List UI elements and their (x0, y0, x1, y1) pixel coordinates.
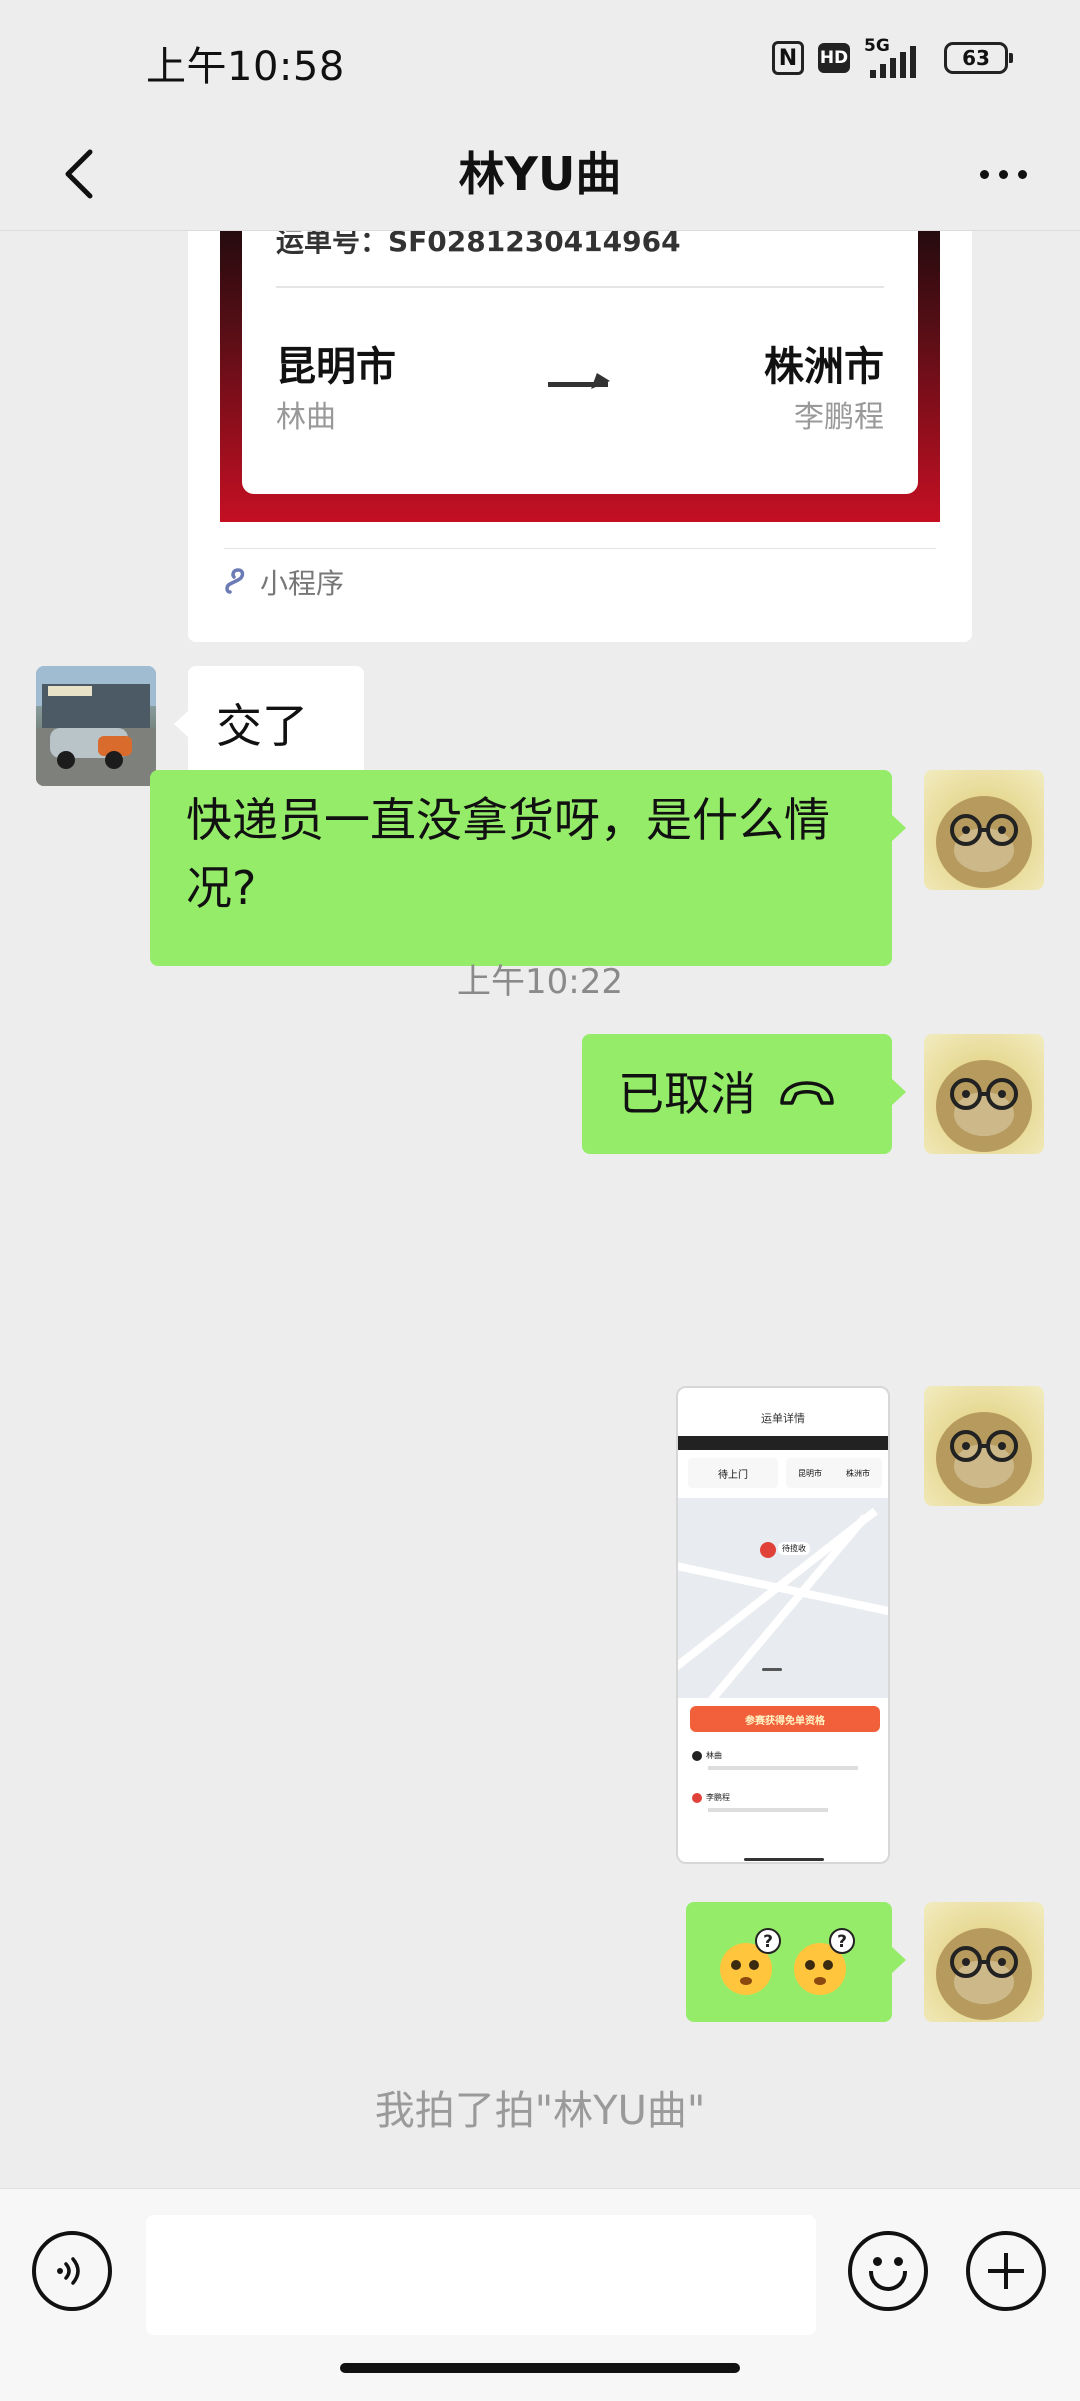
voice-button[interactable] (32, 2231, 112, 2311)
home-indicator (340, 2363, 740, 2373)
call-status-text: 已取消 (618, 1067, 756, 1121)
status-icons: N HD 5G 63 (772, 36, 1013, 78)
shipment-card-frame: 运单号：SF0281230414964 昆明市 林曲 株洲市 李鹏程 (220, 230, 940, 522)
to-city: 株洲市 (764, 344, 884, 390)
contact-avatar[interactable] (36, 666, 156, 786)
chat-header: 林YU曲 (0, 118, 1080, 231)
chat-title: 林YU曲 (458, 147, 622, 201)
my-avatar[interactable] (924, 1034, 1044, 1154)
svg-text:?: ? (763, 1932, 773, 1952)
message-text: 快递员一直没拿货呀，是什么情况? (186, 793, 830, 915)
mini-program-label: 小程序 (224, 562, 344, 602)
voice-icon (57, 2257, 80, 2285)
hd-icon: HD (818, 43, 850, 73)
emoji-button[interactable] (848, 2231, 928, 2311)
waybill-number: 运单号：SF0281230414964 (276, 230, 681, 258)
shipment-card-body: 运单号：SF0281230414964 昆明市 林曲 株洲市 李鹏程 (242, 230, 918, 494)
my-avatar[interactable] (924, 1902, 1044, 2022)
message-list[interactable]: 运单号：SF0281230414964 昆明市 林曲 株洲市 李鹏程 小程序 交… (0, 230, 1080, 2190)
status-time: 上午10:58 (146, 44, 345, 90)
message-timestamp: 上午10:22 (457, 962, 623, 1002)
message-bubble-incoming[interactable]: 交了 (174, 666, 364, 786)
shipment-card[interactable]: 运单号：SF0281230414964 昆明市 林曲 株洲市 李鹏程 小程序 (188, 230, 972, 642)
from-city: 昆明市 (276, 344, 396, 390)
divider (276, 286, 884, 288)
message-text: 交了 (216, 699, 308, 753)
nfc-icon: N (772, 41, 804, 75)
battery-level: 63 (962, 46, 990, 70)
car-photo-icon (36, 666, 156, 786)
message-bubble-outgoing[interactable]: 快递员一直没拿货呀，是什么情况? (150, 770, 906, 966)
pickup-marker: 待揽收 (778, 1542, 810, 1555)
divider (224, 548, 936, 549)
more-icon (979, 169, 989, 179)
from-name: 林曲 (276, 400, 336, 435)
image-message-screenshot[interactable]: 运单详情 待上门 昆明市 株洲市 待揽收 参赛获得免单资格 林曲 李鹏程 (676, 1386, 890, 1864)
more-button[interactable] (958, 134, 1048, 214)
mini-program-text: 小程序 (260, 567, 345, 600)
input-bar (0, 2188, 1080, 2401)
screenshot-receiver: 李鹏程 (706, 1793, 730, 1802)
screenshot-map: 待揽收 (678, 1498, 888, 1704)
status-bar: 上午10:58 N HD 5G 63 (0, 0, 1080, 118)
mini-program-icon (225, 568, 245, 594)
to-name: 李鹏程 (794, 400, 884, 435)
svg-text:?: ? (837, 1932, 847, 1952)
emoji-message-bubble[interactable]: ? ? (686, 1902, 906, 2022)
screenshot-status: 待上门 (688, 1458, 778, 1488)
screenshot-title: 运单详情 (761, 1412, 805, 1425)
signal-icon: 5G (864, 36, 930, 78)
my-avatar[interactable] (924, 1386, 1044, 1506)
my-avatar[interactable] (924, 770, 1044, 890)
emoji-icon (873, 2257, 882, 2266)
pat-notice: 我拍了拍"林YU曲" (374, 2088, 706, 2134)
plus-button[interactable] (966, 2231, 1046, 2311)
message-input[interactable] (146, 2215, 816, 2335)
plush-avatar-icon (936, 796, 1032, 888)
confused-emoji-icon: ? (794, 1928, 855, 1995)
confused-emoji-icon: ? (720, 1928, 781, 1995)
call-status-bubble[interactable]: 已取消 (582, 1034, 906, 1154)
screenshot-sender: 林曲 (706, 1751, 722, 1760)
battery-icon: 63 (944, 42, 1013, 74)
screenshot-banner: 参赛获得免单资格 (690, 1706, 880, 1732)
phone-hangup-icon (780, 1081, 834, 1105)
